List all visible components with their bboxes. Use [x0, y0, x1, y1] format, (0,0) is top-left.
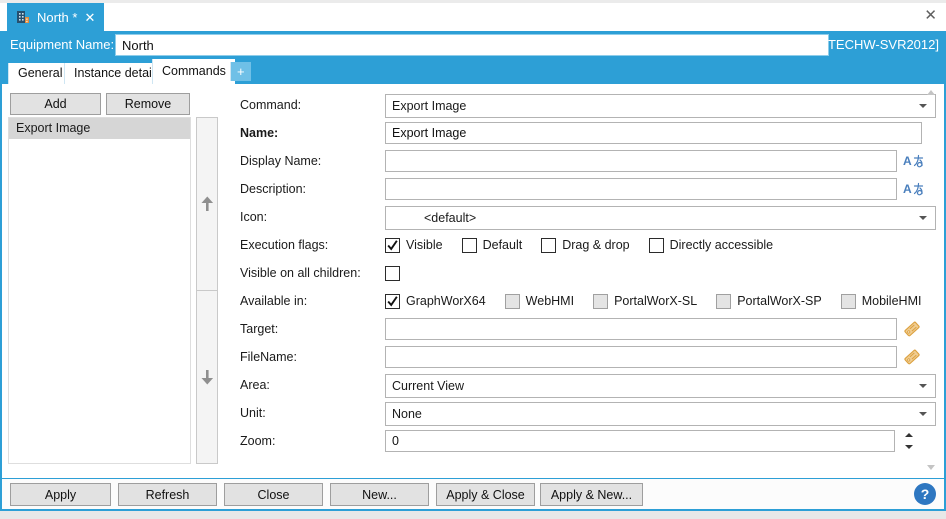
equipment-editor-window: North * ✕ ✕ Equipment Name: [TECHW-SVR20… — [0, 0, 946, 519]
svg-text:A: A — [903, 154, 912, 168]
scroll-down-icon[interactable] — [927, 465, 935, 470]
checkbox-box — [385, 266, 400, 281]
icon-label: Icon: — [240, 206, 267, 228]
checkbox-box — [385, 238, 400, 253]
command-value: Export Image — [392, 99, 466, 113]
arrow-down-icon — [200, 369, 214, 385]
document-tab-title: North * — [37, 10, 77, 25]
visible-children-group — [385, 262, 419, 284]
description-input[interactable] — [385, 178, 897, 200]
new-button[interactable]: New... — [330, 483, 429, 506]
equipment-name-input[interactable] — [115, 34, 829, 56]
zoom-label: Zoom: — [240, 430, 275, 452]
checkbox-box — [649, 238, 664, 253]
checkbox-visible[interactable]: Visible — [385, 238, 443, 253]
description-label: Description: — [240, 178, 306, 200]
checkbox-webhmi: WebHMI — [505, 294, 574, 309]
tab-add-plus[interactable]: + — [230, 62, 251, 81]
move-down-button[interactable] — [196, 290, 218, 464]
spinner-up-icon[interactable] — [905, 433, 913, 437]
form-scrollbar[interactable] — [925, 88, 937, 472]
refresh-button[interactable]: Refresh — [118, 483, 217, 506]
spinner-down-icon[interactable] — [905, 445, 913, 449]
tag-browse-icon[interactable] — [903, 348, 921, 366]
footer-bar: Apply Refresh Close New... Apply & Close… — [0, 478, 946, 511]
remove-button[interactable]: Remove — [106, 93, 190, 115]
help-button[interactable]: ? — [914, 483, 936, 505]
tab-commands[interactable]: Commands — [152, 59, 235, 84]
display-name-label: Display Name: — [240, 150, 321, 172]
checkbox-mobilehmi: MobileHMI — [841, 294, 922, 309]
unit-label: Unit: — [240, 402, 266, 424]
apply-and-close-button[interactable]: Apply & Close — [436, 483, 535, 506]
icon-dropdown[interactable]: <default> — [385, 206, 936, 230]
server-name-label: [TECHW-SVR2012] — [824, 31, 939, 58]
name-label: Name: — [240, 122, 278, 144]
equipment-name-label: Equipment Name: — [10, 31, 114, 58]
apply-and-new-button[interactable]: Apply & New... — [540, 483, 643, 506]
localization-icon[interactable]: A — [903, 181, 925, 197]
checkbox-graphworx64[interactable]: GraphWorX64 — [385, 294, 486, 309]
commands-panel: Add Remove Export Image Command: Export — [0, 84, 946, 478]
document-tab-north[interactable]: North * ✕ — [7, 3, 104, 31]
name-input[interactable] — [385, 122, 922, 144]
target-label: Target: — [240, 318, 278, 340]
checkbox-directly-accessible[interactable]: Directly accessible — [649, 238, 774, 253]
window-close-icon[interactable]: ✕ — [924, 8, 937, 23]
nav-tab-row: General Instance details Commands + — [0, 58, 946, 84]
list-item-export-image[interactable]: Export Image — [9, 118, 190, 139]
execution-flags-label: Execution flags: — [240, 234, 328, 256]
display-name-input[interactable] — [385, 150, 897, 172]
tag-browse-icon[interactable] — [903, 320, 921, 338]
equipment-name-bar: Equipment Name: [TECHW-SVR2012] — [0, 31, 946, 58]
visible-children-label: Visible on all children: — [240, 262, 361, 284]
localization-icon[interactable]: A — [903, 153, 925, 169]
command-dropdown[interactable]: Export Image — [385, 94, 936, 118]
execution-flags-group: Visible Default Drag & drop Directly acc… — [385, 234, 792, 256]
arrow-up-icon — [200, 196, 214, 212]
equipment-icon — [16, 10, 30, 24]
move-up-button[interactable] — [196, 117, 218, 291]
commands-listbox[interactable]: Export Image — [8, 117, 191, 464]
document-tab-strip: North * ✕ ✕ — [0, 0, 946, 34]
apply-button[interactable]: Apply — [10, 483, 111, 506]
checkbox-visible-on-all-children[interactable] — [385, 266, 400, 281]
svg-text:A: A — [903, 182, 912, 196]
area-dropdown[interactable]: Current View — [385, 374, 936, 398]
target-input[interactable] — [385, 318, 897, 340]
checkbox-default[interactable]: Default — [462, 238, 523, 253]
check-icon — [386, 239, 399, 252]
area-label: Area: — [240, 374, 270, 396]
tab-close-icon[interactable]: ✕ — [84, 11, 95, 24]
filename-input[interactable] — [385, 346, 897, 368]
available-in-label: Available in: — [240, 290, 307, 312]
scroll-up-icon[interactable] — [927, 90, 935, 95]
add-button[interactable]: Add — [10, 93, 101, 115]
checkbox-portalworx-sp: PortalWorX-SP — [716, 294, 822, 309]
checkbox-box — [593, 294, 608, 309]
zoom-input[interactable] — [385, 430, 895, 452]
area-value: Current View — [392, 379, 464, 393]
checkbox-portalworx-sl: PortalWorX-SL — [593, 294, 697, 309]
checkbox-drag-drop[interactable]: Drag & drop — [541, 238, 629, 253]
checkbox-box — [716, 294, 731, 309]
unit-dropdown[interactable]: None — [385, 402, 936, 426]
filename-label: FileName: — [240, 346, 297, 368]
checkbox-box — [541, 238, 556, 253]
check-icon — [386, 295, 399, 308]
tab-general[interactable]: General — [8, 63, 71, 84]
reorder-column — [196, 117, 218, 464]
icon-value: <default> — [392, 211, 476, 225]
checkbox-box — [462, 238, 477, 253]
available-in-group: GraphWorX64 WebHMI PortalWorX-SL PortalW… — [385, 290, 940, 312]
unit-value: None — [392, 407, 422, 421]
zoom-spinner[interactable] — [903, 430, 915, 452]
checkbox-box — [841, 294, 856, 309]
checkbox-box — [385, 294, 400, 309]
checkbox-box — [505, 294, 520, 309]
command-label: Command: — [240, 94, 301, 116]
close-button[interactable]: Close — [224, 483, 323, 506]
